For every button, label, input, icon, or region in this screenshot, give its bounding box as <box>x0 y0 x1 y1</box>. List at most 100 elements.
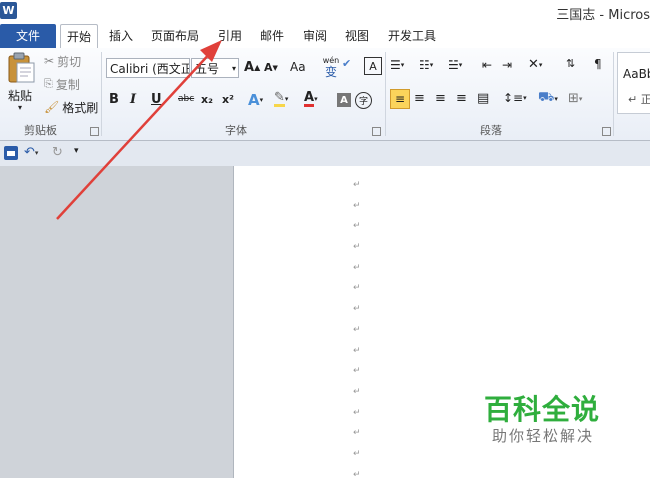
strikethrough-button[interactable]: abc <box>178 94 194 104</box>
italic-label: I <box>130 92 137 107</box>
cut-button[interactable]: ✂ 剪切 <box>44 52 81 70</box>
group-divider <box>613 52 614 136</box>
multilevel-list-icon: ☱ <box>448 58 459 72</box>
multilevel-list-button[interactable]: ☱ ▾ <box>448 58 462 72</box>
chevron-down-icon: ▾ <box>458 61 463 69</box>
character-shading-button[interactable]: A <box>337 93 351 107</box>
font-name-select[interactable]: Calibri (西文正 <box>106 58 190 78</box>
font-color-button[interactable]: A ▾ <box>304 91 318 107</box>
sort-icon: ⇅ <box>566 57 576 70</box>
quick-access-toolbar: ↶ ▾ ↻ ▾ <box>0 141 650 167</box>
grow-font-button[interactable]: A ▲ <box>244 60 260 75</box>
align-right-button[interactable]: ≡ <box>435 91 446 106</box>
watermark-subtitle: 助你轻松解决 <box>492 427 595 445</box>
justify-button[interactable]: ≡ <box>456 91 467 106</box>
borders-button[interactable]: ⊞ ▾ <box>568 91 582 106</box>
tab-insert[interactable]: 插入 <box>109 24 133 48</box>
bold-button[interactable]: B <box>109 92 119 107</box>
justify-icon: ≡ <box>456 91 467 106</box>
font-launcher-icon[interactable] <box>372 127 381 136</box>
chinese-layout-button[interactable]: ✕ ▾ <box>528 57 542 72</box>
subscript-button[interactable]: x₂ <box>201 93 213 106</box>
tab-view[interactable]: 视图 <box>345 24 369 48</box>
styles-gallery[interactable]: AaBb ↵ 正 <box>617 52 650 114</box>
tab-developer[interactable]: 开发工具 <box>388 24 436 48</box>
phonetic-icon-button[interactable]: ✔ <box>342 57 351 70</box>
redo-button[interactable]: ↻ <box>52 145 63 160</box>
enclose-characters-button[interactable]: 字 <box>355 92 372 109</box>
enclose-characters-icon: 字 <box>358 97 368 107</box>
copy-button[interactable]: ⎘ 复制 <box>44 75 80 93</box>
group-divider <box>101 52 102 136</box>
phonetic-guide-button[interactable]: wén 变 <box>322 56 340 80</box>
word-app-icon[interactable]: W <box>0 2 17 19</box>
sort-button[interactable]: ⇅ <box>566 57 575 70</box>
character-shading-icon: A <box>340 94 348 106</box>
paragraph-launcher-icon[interactable] <box>602 127 611 136</box>
clipboard-launcher-icon[interactable] <box>90 127 99 136</box>
tab-file[interactable]: 文件 <box>0 24 56 48</box>
paragraph-mark: ↵ <box>353 408 361 418</box>
paste-icon <box>8 52 35 83</box>
save-button[interactable] <box>4 146 18 160</box>
paragraph-mark: ↵ <box>353 201 361 211</box>
align-right-icon: ≡ <box>435 91 446 106</box>
tab-home[interactable]: 开始 <box>60 24 99 50</box>
bullet-list-icon: ☰ <box>390 58 401 72</box>
watermark-title: 百科全说 <box>484 393 601 426</box>
highlight-button[interactable]: ✎ ▾ <box>274 91 288 107</box>
tab-mailings[interactable]: 邮件 <box>260 24 284 48</box>
chevron-down-icon: ▾ <box>284 95 289 103</box>
underline-button[interactable]: U <box>151 92 162 107</box>
character-border-icon: A <box>369 59 377 73</box>
copy-label: 复制 <box>55 77 80 92</box>
cut-label: 剪切 <box>57 54 82 69</box>
chinese-layout-icon: ✕ <box>528 57 539 72</box>
line-spacing-button[interactable]: ↕≡ ▾ <box>503 91 527 105</box>
numbering-button[interactable]: ☷ ▾ <box>419 58 433 72</box>
tab-references[interactable]: 引用 <box>218 24 242 48</box>
tab-review[interactable]: 审阅 <box>303 24 327 48</box>
group-divider <box>385 52 386 136</box>
undo-icon: ↶ <box>24 145 35 160</box>
superscript-button[interactable]: x² <box>222 93 234 106</box>
paragraph-mark: ↵ <box>353 366 361 376</box>
distributed-icon: ▤ <box>477 91 490 106</box>
distributed-button[interactable]: ▤ <box>477 91 489 106</box>
tab-page-layout[interactable]: 页面布局 <box>151 24 199 48</box>
font-size-select[interactable]: 五号 ▾ <box>191 58 239 78</box>
format-painter-label: 格式刷 <box>62 100 99 115</box>
chevron-down-icon: ▾ <box>314 95 318 103</box>
check-spelling-icon: ✔ <box>342 57 352 70</box>
character-border-button[interactable]: A <box>364 57 382 75</box>
show-marks-button[interactable]: ¶ <box>594 57 602 71</box>
align-center-button[interactable]: ≡ <box>414 91 425 106</box>
paragraph-mark: ↵ <box>353 304 361 314</box>
shading-button[interactable]: ⛟ ▾ <box>538 90 558 107</box>
format-painter-button[interactable]: 🖌 格式刷 <box>44 98 98 116</box>
align-left-icon: ≡ <box>394 92 406 106</box>
paste-label: 粘贴 <box>8 89 33 103</box>
bold-label: B <box>109 92 119 107</box>
text-effects-button[interactable]: A ▾ <box>248 91 263 109</box>
paragraph-mark: ↵ <box>353 263 361 273</box>
increase-indent-button[interactable]: ⇥ <box>502 58 512 72</box>
pilcrow-icon: ¶ <box>594 57 602 71</box>
shrink-font-button[interactable]: A ▼ <box>264 61 278 74</box>
chevron-down-icon: ▾ <box>538 60 543 69</box>
superscript-label: x² <box>222 93 234 106</box>
chevron-down-icon: ▾ <box>429 61 434 69</box>
change-case-button[interactable]: Aa <box>290 60 306 74</box>
undo-button[interactable]: ↶ ▾ <box>24 145 38 160</box>
italic-button[interactable]: I <box>130 92 136 107</box>
align-left-button[interactable]: ≡ <box>390 89 410 109</box>
paragraph-mark: ↵ <box>353 283 361 293</box>
paragraph-mark: ↵ <box>353 428 361 438</box>
underline-label: U <box>151 92 162 107</box>
bullets-button[interactable]: ☰ ▾ <box>390 58 404 72</box>
paste-button[interactable]: 粘贴 ▾ <box>4 52 38 116</box>
customize-toolbar-button[interactable]: ▾ <box>74 146 79 156</box>
shrink-font-icon: A <box>264 61 273 74</box>
decrease-indent-button[interactable]: ⇤ <box>482 58 492 72</box>
ribbon-tabs: 文件 开始 插入 页面布局 引用 邮件 审阅 视图 开发工具 <box>0 24 650 50</box>
